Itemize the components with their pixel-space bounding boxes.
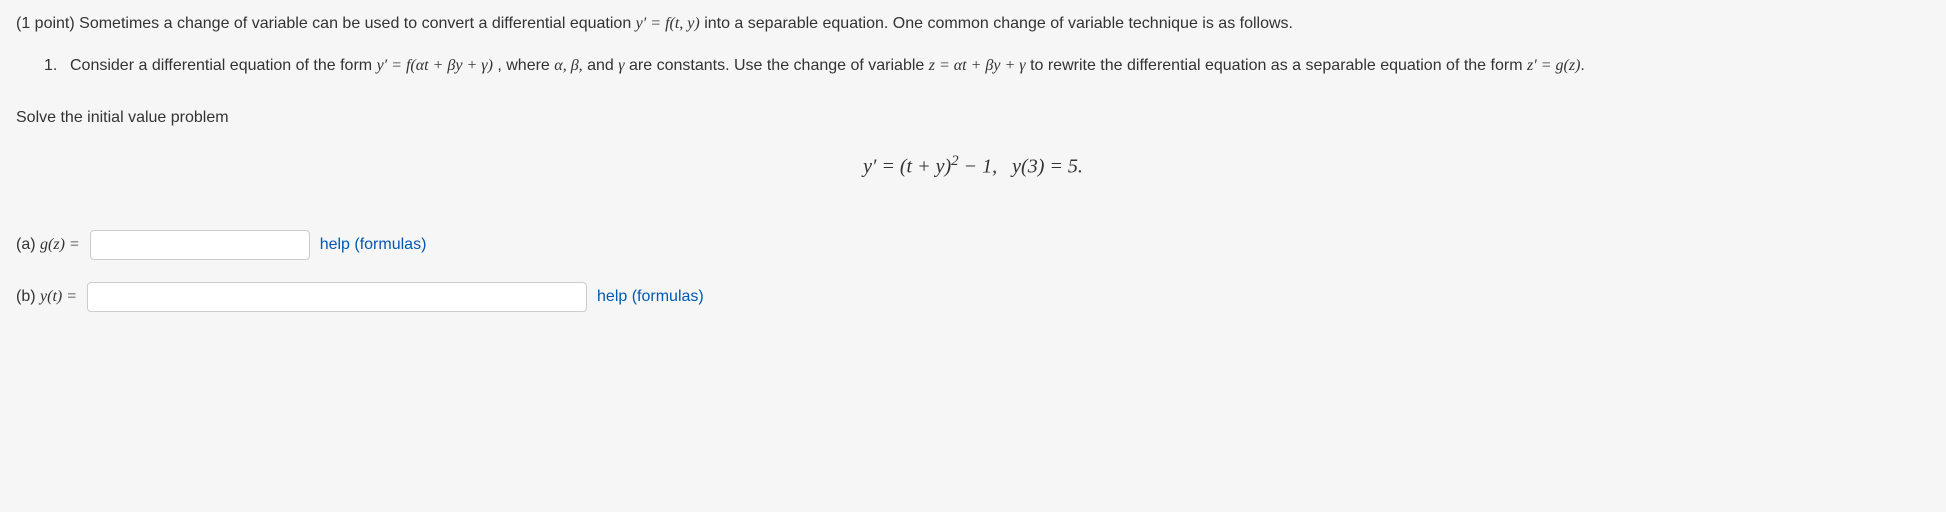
item1-and: and [587,57,618,74]
sublist: 1. Consider a differential equation of t… [16,54,1930,78]
item1-end: . [1580,57,1584,74]
item1-eq3: z′ = g(z) [1527,57,1580,74]
item1-mid2: are constants. Use the change of variabl… [629,57,929,74]
answer-row-b: (b) y(t) = help (formulas) [16,282,1930,312]
answer-row-a: (a) g(z) = help (formulas) [16,230,1930,260]
sublist-content: Consider a differential equation of the … [70,54,1585,78]
intro-text-post: into a separable equation. One common ch… [704,15,1293,32]
ivp-equation: y′ = (t + y)2 − 1, y(3) = 5. [16,150,1930,182]
sublist-number: 1. [44,54,62,78]
problem-intro: (1 point) Sometimes a change of variable… [16,12,1930,36]
sublist-item-1: 1. Consider a differential equation of t… [44,54,1930,78]
item1-post: to rewrite the differential equation as … [1030,57,1527,74]
intro-text-pre: Sometimes a change of variable can be us… [79,15,636,32]
answer-label-a: (a) g(z) = [16,233,80,257]
item1-pre: Consider a differential equation of the … [70,57,377,74]
yt-input[interactable] [87,282,587,312]
gz-input[interactable] [90,230,310,260]
intro-equation: y′ = f(t, y) [636,15,700,32]
item1-gamma: γ [618,57,624,74]
part-b-prefix: (b) [16,288,40,305]
item1-eq2: z = αt + βy + γ [929,57,1026,74]
help-link-b[interactable]: help (formulas) [597,285,704,309]
item1-mid1: , where [497,57,554,74]
item1-consts: α, β, [554,57,582,74]
answer-label-b: (b) y(t) = [16,285,77,309]
item1-eq1: y′ = f(αt + βy + γ) [377,57,493,74]
part-a-prefix: (a) [16,236,40,253]
solve-prompt: Solve the initial value problem [16,106,1930,130]
points-label: (1 point) [16,15,75,32]
help-link-a[interactable]: help (formulas) [320,233,427,257]
